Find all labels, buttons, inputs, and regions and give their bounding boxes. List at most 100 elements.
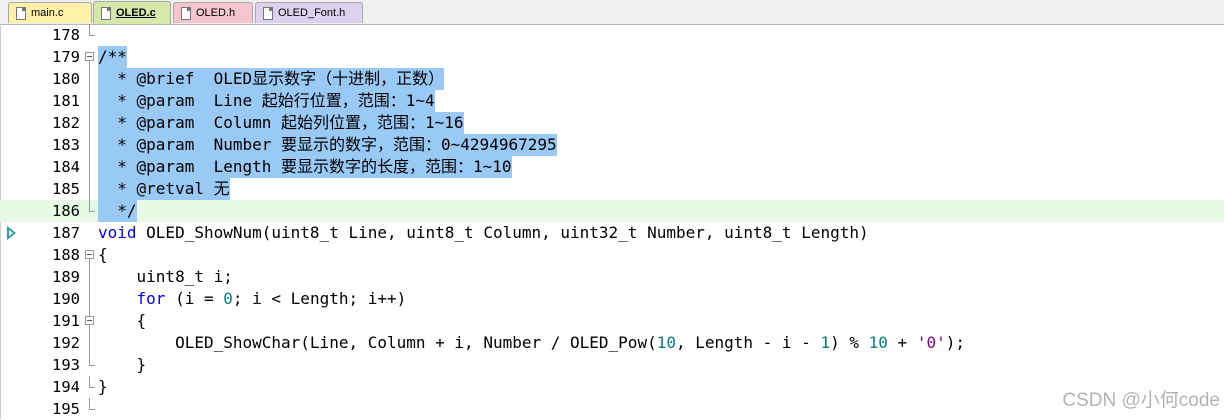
keyword: for xyxy=(136,289,166,308)
fold-guide xyxy=(85,178,95,200)
line-text: * @param Length 要显示数字的长度，范围：1~10 xyxy=(98,156,512,178)
line-number: 187 xyxy=(52,224,80,242)
line-text: * @brief OLED显示数字（十进制，正数） xyxy=(98,68,445,90)
h-file-icon xyxy=(181,6,191,20)
line-text: { xyxy=(98,245,108,264)
line-number: 178 xyxy=(52,26,80,44)
fold-toggle[interactable] xyxy=(85,46,95,68)
line-number: 180 xyxy=(52,70,80,88)
line-text: * @retval 无 xyxy=(98,178,230,200)
code-line: 193 } xyxy=(0,354,1224,376)
line-number: 189 xyxy=(52,268,80,286)
code-line: 194 } xyxy=(0,376,1224,398)
line-number: 185 xyxy=(52,180,80,198)
line-number: 181 xyxy=(52,92,80,110)
code-line: 178 xyxy=(0,24,1224,46)
number-literal: 10 xyxy=(656,333,676,352)
line-text: * @param Number 要显示的数字，范围：0~4294967295 xyxy=(98,134,557,156)
c-file-icon xyxy=(101,6,111,20)
code-line: 191 { xyxy=(0,310,1224,332)
number-literal: 10 xyxy=(868,333,888,352)
code-line: 187 void OLED_ShowNum(uint8_t Line, uint… xyxy=(0,222,1224,244)
keyword: void xyxy=(98,223,137,242)
tab-oled-font-h[interactable]: OLED_Font.h xyxy=(255,2,363,23)
fold-guide xyxy=(85,376,95,398)
code-segment: ); xyxy=(945,333,965,352)
code-line: 190 for (i = 0; i < Length; i++) xyxy=(0,288,1224,310)
number-literal: 1 xyxy=(820,333,831,352)
fold-guide xyxy=(85,266,95,288)
code-editor[interactable]: 178 179 /** 180 * @brief OLED显示数字（十进制，正数… xyxy=(0,24,1224,419)
fold-guide xyxy=(85,24,95,46)
code-line: 192 OLED_ShowChar(Line, Column + i, Numb… xyxy=(0,332,1224,354)
char-literal: '0' xyxy=(916,333,946,352)
line-text: } xyxy=(98,377,108,396)
line-text: OLED_ShowChar(Line, Column + i, Number /… xyxy=(98,332,965,354)
tab-label: main.c xyxy=(31,7,64,19)
tab-oled-c[interactable]: OLED.c xyxy=(93,1,171,24)
line-text: */ xyxy=(98,200,137,222)
current-line-arrow-inner xyxy=(9,230,13,236)
fold-guide xyxy=(85,332,95,354)
line-text: uint8_t i; xyxy=(98,267,233,286)
line-number: 182 xyxy=(52,114,80,132)
tab-label: OLED_Font.h xyxy=(278,7,346,19)
tab-label: OLED.c xyxy=(116,7,156,19)
line-number: 184 xyxy=(52,158,80,176)
line-number: 188 xyxy=(52,246,80,264)
line-text: { xyxy=(98,311,147,330)
line-number: 195 xyxy=(52,400,80,418)
fold-guide xyxy=(85,288,95,310)
line-number: 186 xyxy=(52,202,80,220)
code-line: 181 * @param Line 起始行位置，范围：1~4 xyxy=(0,90,1224,112)
code-segment: (i = xyxy=(165,289,224,308)
code-line: 189 uint8_t i; xyxy=(0,266,1224,288)
line-number: 192 xyxy=(52,334,80,352)
code-segment: OLED_ShowChar(Line, Column + i, Number /… xyxy=(98,333,657,352)
code-line: 182 * @param Column 起始列位置，范围：1~16 xyxy=(0,112,1224,134)
fold-guide xyxy=(85,156,95,178)
code-segment: ) % xyxy=(830,333,869,352)
tab-main-c[interactable]: main.c xyxy=(8,2,92,23)
h-file-icon xyxy=(263,6,273,20)
fold-guide xyxy=(85,68,95,90)
fold-guide xyxy=(85,112,95,134)
code-line: 185 * @retval 无 xyxy=(0,178,1224,200)
code-line: 179 /** xyxy=(0,46,1224,68)
line-text: } xyxy=(98,355,147,374)
line-number: 183 xyxy=(52,136,80,154)
fold-guide xyxy=(85,354,95,376)
code-line: 180 * @brief OLED显示数字（十进制，正数） xyxy=(0,68,1224,90)
code-line: 188 { xyxy=(0,244,1224,266)
line-text: /** xyxy=(98,46,127,68)
fold-toggle[interactable] xyxy=(85,310,95,332)
code-line: 183 * @param Number 要显示的数字，范围：0~42949672… xyxy=(0,134,1224,156)
line-text: * @param Column 起始列位置，范围：1~16 xyxy=(98,112,464,134)
tab-label: OLED.h xyxy=(196,7,236,19)
number-literal: 0 xyxy=(223,289,233,308)
line-number: 191 xyxy=(52,312,80,330)
code-line: 186 */ xyxy=(0,200,1224,222)
code-segment: + xyxy=(887,333,917,352)
line-number: 194 xyxy=(52,378,80,396)
code-line: 195 xyxy=(0,398,1224,420)
line-text: for (i = 0; i < Length; i++) xyxy=(98,288,407,310)
line-text: void OLED_ShowNum(uint8_t Line, uint8_t … xyxy=(98,222,869,244)
line-number: 193 xyxy=(52,356,80,374)
fold-guide xyxy=(85,134,95,156)
code-line: 184 * @param Length 要显示数字的长度，范围：1~10 xyxy=(0,156,1224,178)
fold-guide xyxy=(85,200,95,222)
file-tab-bar: main.c OLED.c OLED.h OLED_Font.h xyxy=(0,0,1224,25)
code-segment: , Length - i - xyxy=(675,333,821,352)
fold-guide xyxy=(85,398,95,420)
c-file-icon xyxy=(16,6,26,20)
watermark: CSDN @小何code xyxy=(1062,390,1220,411)
fold-guide xyxy=(85,90,95,112)
fold-toggle[interactable] xyxy=(85,244,95,266)
tab-oled-h[interactable]: OLED.h xyxy=(173,2,253,23)
code-segment: ; i < Length; i++) xyxy=(232,289,407,308)
line-number: 190 xyxy=(52,290,80,308)
code-segment: OLED_ShowNum(uint8_t Line, uint8_t Colum… xyxy=(136,223,869,242)
line-text: * @param Line 起始行位置，范围：1~4 xyxy=(98,90,435,112)
line-number: 179 xyxy=(52,48,80,66)
